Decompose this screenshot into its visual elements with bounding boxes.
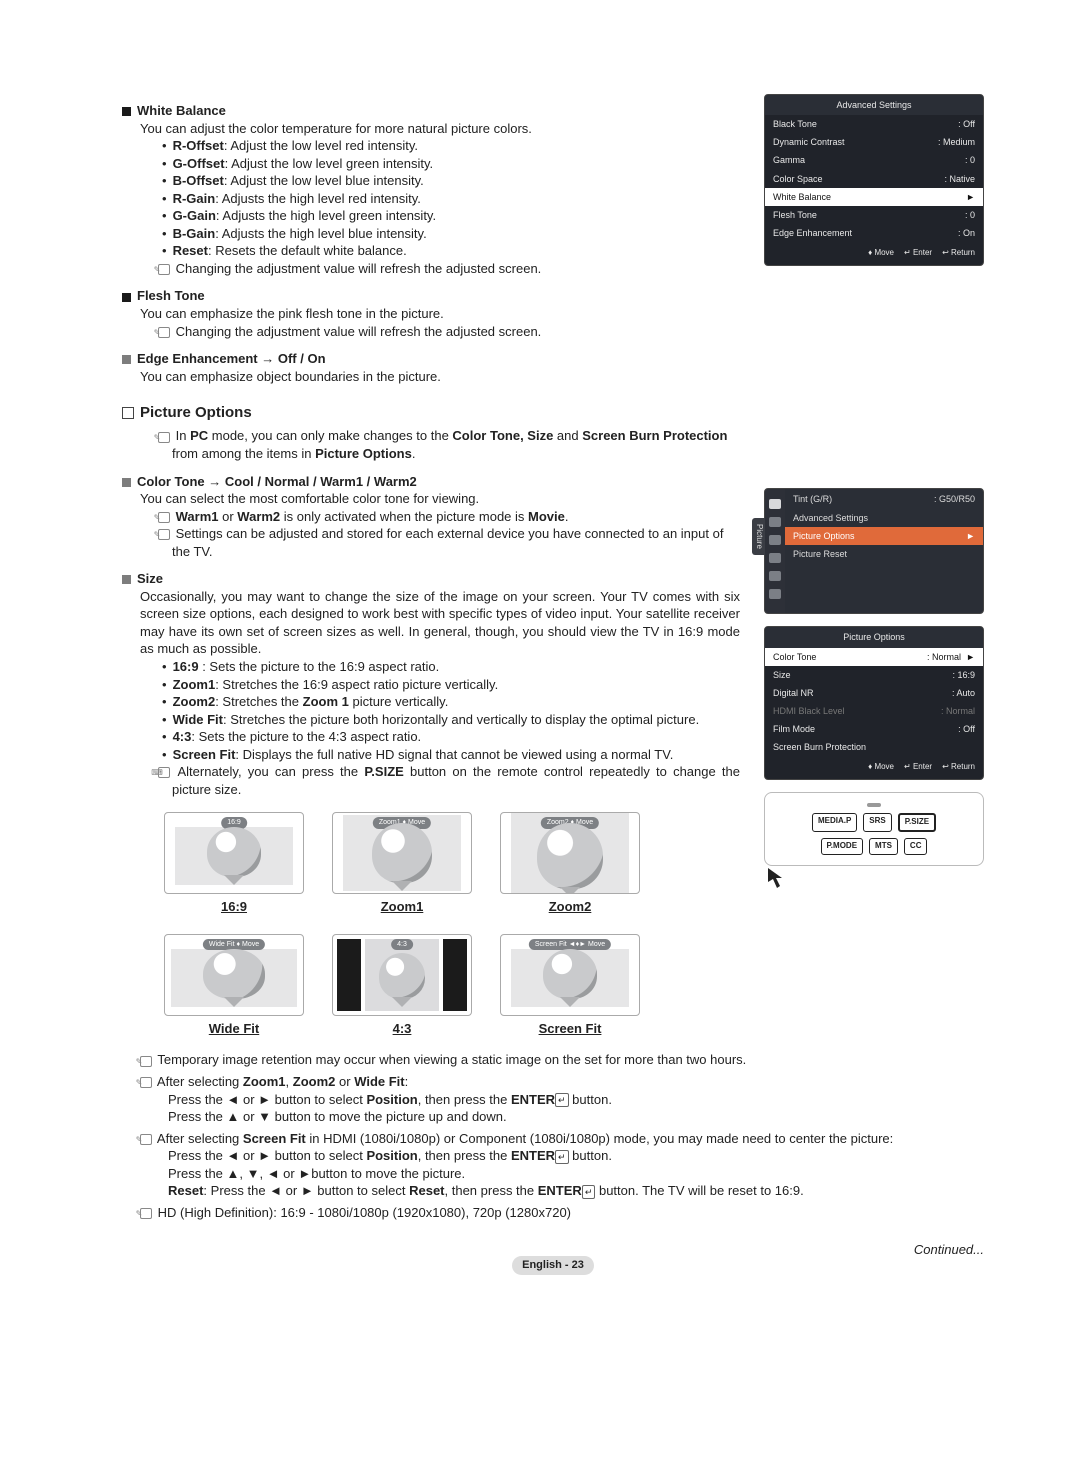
note-icon: ✎ (158, 264, 170, 275)
remote-led-icon (867, 803, 881, 807)
remote-button[interactable]: CC (904, 838, 928, 855)
note-icon: ✎ (140, 1134, 152, 1145)
color-tone-note1: ✎ Warm1 or Warm2 is only activated when … (158, 508, 740, 526)
diagram-label: Zoom2 (495, 898, 645, 916)
size-item: Zoom1: Stretches the 16:9 aspect ratio p… (162, 676, 740, 694)
enter-icon: ↵ (582, 1185, 596, 1199)
note-icon: ✎ (158, 512, 170, 523)
color-tone-desc: You can select the most comfortable colo… (140, 490, 740, 508)
remote-note-icon: ⌨ (158, 767, 170, 778)
square-bullet-icon (122, 293, 131, 302)
bottom-note: ✎ Temporary image retention may occur wh… (140, 1051, 984, 1069)
note-icon: ✎ (158, 529, 170, 540)
section-bullet-icon (122, 407, 134, 419)
flesh-tone-title: Flesh Tone (137, 288, 205, 303)
note-icon: ✎ (158, 327, 170, 338)
remote-psize-button[interactable]: P.SIZE (898, 813, 936, 832)
wb-note: ✎ Changing the adjustment value will ref… (158, 260, 740, 278)
psize-note: ⌨ Alternately, you can press the P.SIZE … (158, 763, 740, 798)
menu-highlighted-row[interactable]: Picture Options► (785, 527, 983, 545)
note-icon: ✎ (140, 1077, 152, 1088)
edge-title: Edge Enhancement → Off / On (137, 351, 326, 366)
menu-title: Advanced Settings (765, 95, 983, 115)
edge-desc: You can emphasize object boundaries in t… (140, 368, 740, 386)
footer-enter: ↵ Enter (904, 248, 932, 259)
footer-move: ♦ Move (868, 762, 894, 773)
color-tone-note2: ✎ Settings can be adjusted and stored fo… (158, 525, 740, 560)
wb-item: G-Offset: Adjust the low level green int… (162, 155, 740, 173)
remote-button[interactable]: SRS (863, 813, 891, 832)
enter-icon: ↵ (555, 1150, 569, 1164)
picture-menu: Picture Tint (G/R): G50/R50 Advanced Set… (764, 488, 984, 615)
square-bullet-icon (122, 107, 131, 116)
wb-item: R-Offset: Adjust the low level red inten… (162, 137, 740, 155)
picture-options-menu: Picture Options Color Tone: Normal ► Siz… (764, 626, 984, 780)
size-diagram-grid: 16:916:9 Zoom1 ♦ MoveZoom1 Zoom2 ♦ MoveZ… (142, 812, 662, 1037)
remote-button[interactable]: MTS (869, 838, 898, 855)
diagram-label: Zoom1 (327, 898, 477, 916)
size-item: 16:9 : Sets the picture to the 16:9 aspe… (162, 658, 740, 676)
chevron-right-icon: ► (966, 652, 975, 662)
menu-icon (769, 517, 781, 527)
size-title: Size (137, 571, 163, 586)
footer-return: ↩ Return (942, 762, 975, 773)
square-bullet-icon (122, 478, 131, 487)
size-item: Screen Fit: Displays the full native HD … (162, 746, 740, 764)
diagram-label: Screen Fit (495, 1020, 645, 1038)
wb-item: G-Gain: Adjusts the high level green int… (162, 207, 740, 225)
picture-mode-icon (769, 499, 781, 509)
footer-return: ↩ Return (942, 248, 975, 259)
footer-move: ♦ Move (868, 248, 894, 259)
menu-title: Picture Options (765, 627, 983, 647)
wb-item: R-Gain: Adjusts the high level red inten… (162, 190, 740, 208)
picture-options-title: Picture Options (140, 404, 252, 421)
remote-control-diagram: MEDIA.P SRS P.SIZE P.MODE MTS CC (764, 792, 984, 866)
size-item: Zoom2: Stretches the Zoom 1 picture vert… (162, 693, 740, 711)
diagram-label: 4:3 (327, 1020, 477, 1038)
size-item: 4:3: Sets the picture to the 4:3 aspect … (162, 728, 740, 746)
flesh-tone-note: ✎ Changing the adjustment value will ref… (158, 323, 740, 341)
bottom-note: ✎ HD (High Definition): 16:9 - 1080i/108… (140, 1204, 984, 1222)
chevron-right-icon: ► (966, 191, 975, 203)
page-footer: English - 23 (512, 1256, 594, 1275)
square-bullet-icon (122, 355, 131, 364)
diagram-label: Wide Fit (159, 1020, 309, 1038)
bottom-note: ✎ After selecting Zoom1, Zoom2 or Wide F… (140, 1073, 984, 1126)
flesh-tone-desc: You can emphasize the pink flesh tone in… (140, 305, 740, 323)
bottom-note: ✎ After selecting Screen Fit in HDMI (10… (140, 1130, 984, 1200)
color-tone-title: Color Tone → Cool / Normal / Warm1 / War… (137, 474, 417, 489)
menu-icon (769, 553, 781, 563)
menu-icon (769, 589, 781, 599)
po-note: ✎ In PC mode, you can only make changes … (158, 427, 740, 462)
white-balance-title: White Balance (137, 103, 226, 118)
menu-icon (769, 535, 781, 545)
note-icon: ✎ (140, 1208, 152, 1219)
menu-icon (769, 571, 781, 581)
diagram-tag: 4:3 (391, 939, 413, 950)
enter-icon: ↵ (555, 1093, 569, 1107)
pointer-hand-icon (764, 866, 790, 892)
wb-item: B-Gain: Adjusts the high level blue inte… (162, 225, 740, 243)
square-bullet-icon (122, 575, 131, 584)
white-balance-desc: You can adjust the color temperature for… (140, 120, 740, 138)
size-para: Occasionally, you may want to change the… (140, 588, 740, 658)
chevron-right-icon: ► (966, 530, 975, 542)
diagram-label: 16:9 (159, 898, 309, 916)
wb-item: Reset: Resets the default white balance. (162, 242, 740, 260)
footer-enter: ↵ Enter (904, 762, 932, 773)
wb-item: B-Offset: Adjust the low level blue inte… (162, 172, 740, 190)
remote-button[interactable]: MEDIA.P (812, 813, 857, 832)
menu-selected-row[interactable]: White Balance► (765, 188, 983, 206)
remote-button[interactable]: P.MODE (821, 838, 864, 855)
advanced-settings-menu: Advanced Settings Black Tone: Off Dynami… (764, 94, 984, 266)
picture-side-tab: Picture (752, 518, 765, 555)
menu-icon-column (765, 489, 785, 614)
note-icon: ✎ (140, 1056, 152, 1067)
size-item: Wide Fit: Stretches the picture both hor… (162, 711, 740, 729)
note-icon: ✎ (158, 432, 170, 443)
menu-selected-row[interactable]: Color Tone: Normal ► (765, 648, 983, 666)
